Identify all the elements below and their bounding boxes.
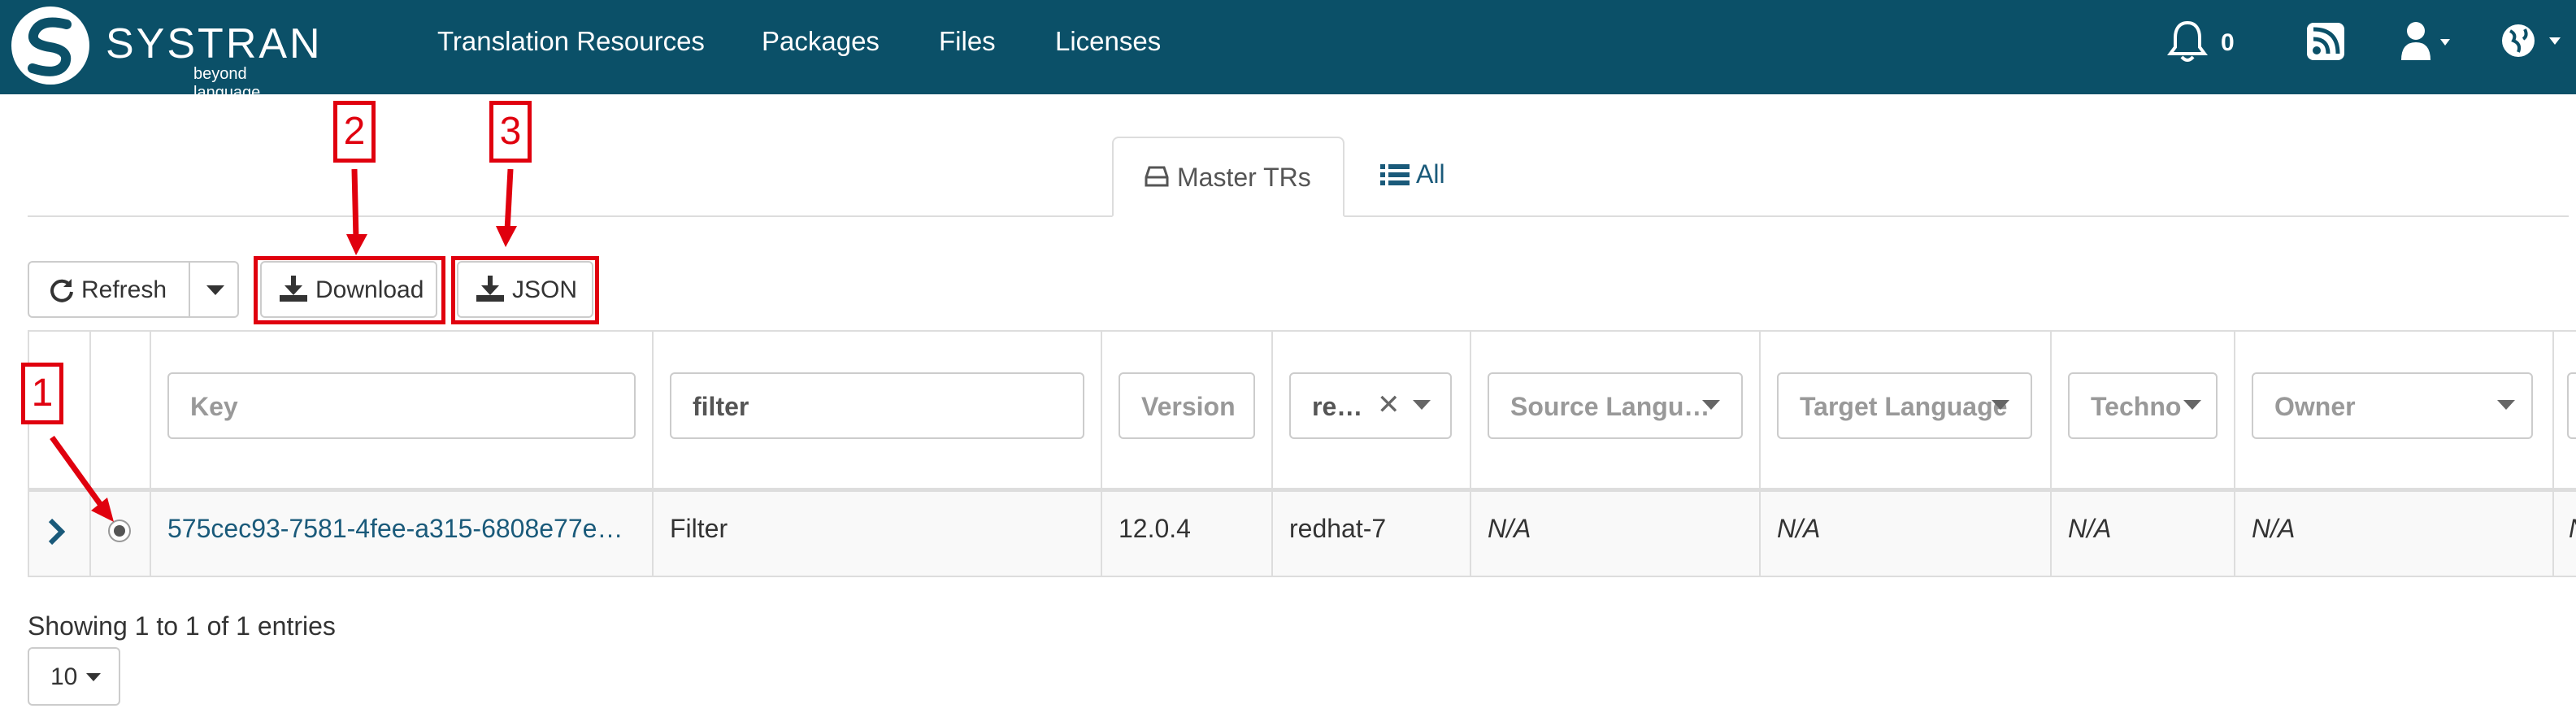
chevron-down-icon [86, 673, 101, 681]
nav-packages[interactable]: Packages [762, 26, 880, 57]
nav-translation-resources[interactable]: Translation Resources [437, 26, 705, 57]
row-version: 12.0.4 [1119, 514, 1191, 543]
owner-filter-placeholder: Owner [2274, 392, 2356, 421]
list-icon [1380, 164, 1410, 185]
source-language-placeholder: Source Langu… [1510, 392, 1710, 421]
table-header-divider [28, 488, 2576, 492]
techno-filter-select[interactable]: Techno [2068, 372, 2218, 439]
clear-icon[interactable]: ✕ [1377, 389, 1401, 421]
globe-icon[interactable] [2500, 21, 2574, 62]
brand-name: SYSTRAN [106, 20, 323, 67]
nav-files[interactable]: Files [939, 26, 996, 57]
chevron-down-icon [1702, 400, 1720, 410]
callout-3: 3 [489, 101, 532, 163]
column-divider [1271, 330, 1273, 577]
version-filter-input[interactable]: Version [1119, 372, 1255, 439]
row-platform: redhat-7 [1289, 514, 1387, 543]
row-source-language: N/A [1488, 514, 1531, 543]
callout-2: 2 [333, 101, 376, 163]
chevron-down-icon [1413, 400, 1431, 410]
techno-filter-placeholder: Techno [2091, 392, 2182, 421]
chevron-down-icon [206, 285, 224, 295]
column-divider [1101, 330, 1102, 577]
extra-filter-input[interactable] [2567, 372, 2576, 439]
refresh-label: Refresh [81, 276, 167, 303]
top-navbar: SYSTRAN beyond language Translation Reso… [0, 0, 2576, 102]
refresh-options-dropdown[interactable] [189, 261, 239, 318]
column-divider [89, 330, 91, 577]
entries-summary: Showing 1 to 1 of 1 entries [28, 611, 336, 641]
source-language-filter-select[interactable]: Source Langu… [1488, 372, 1743, 439]
column-divider [2050, 330, 2052, 577]
row-type: Filter [670, 514, 728, 543]
column-divider [2552, 330, 2554, 577]
version-filter-placeholder: Version [1141, 392, 1236, 421]
target-language-filter-select[interactable]: Target Language [1777, 372, 2032, 439]
chevron-down-icon [1992, 400, 2009, 410]
user-menu-icon[interactable] [2400, 21, 2457, 62]
chevron-right-icon[interactable] [47, 519, 65, 545]
row-techno: N/A [2068, 514, 2112, 543]
chevron-down-icon [2183, 400, 2201, 410]
platform-filter-value: re… [1312, 392, 1363, 421]
column-divider [150, 330, 151, 577]
bell-icon[interactable] [2167, 20, 2208, 63]
column-divider [2234, 330, 2235, 577]
notification-count: 0 [2221, 29, 2235, 56]
hdd-icon [1145, 166, 1169, 187]
refresh-button[interactable]: Refresh [28, 261, 190, 318]
nav-licenses[interactable]: Licenses [1055, 26, 1161, 57]
row-key-link[interactable]: 575cec93-7581-4fee-a315-6808e77e… [167, 514, 623, 544]
callout-1: 1 [21, 363, 63, 424]
row-owner: N/A [2252, 514, 2296, 543]
refresh-icon [50, 279, 73, 302]
key-filter-placeholder: Key [190, 392, 238, 421]
target-language-placeholder: Target Language [1800, 392, 2008, 421]
page-size-value: 10 [50, 663, 78, 690]
page-size-select[interactable]: 10 [28, 647, 120, 706]
row-select-radio[interactable] [107, 519, 132, 543]
column-divider [652, 330, 654, 577]
brand-tagline: beyond language [193, 65, 261, 102]
key-filter-input[interactable]: Key [167, 372, 636, 439]
row-extra: N/A [2569, 514, 2576, 544]
platform-filter-select[interactable]: re… ✕ [1289, 372, 1452, 439]
type-filter-value: filter [693, 392, 749, 421]
tab-master-trs-label: Master TRs [1177, 163, 1311, 192]
systran-logo[interactable]: SYSTRAN beyond language [8, 3, 320, 102]
chevron-down-icon [2497, 400, 2515, 410]
column-divider [1470, 330, 1471, 577]
rss-icon[interactable] [2307, 23, 2344, 60]
owner-filter-select[interactable]: Owner [2252, 372, 2533, 439]
tab-master-trs[interactable]: Master TRs [1112, 137, 1344, 217]
column-divider [1759, 330, 1761, 577]
type-filter-input[interactable]: filter [670, 372, 1084, 439]
tab-all[interactable]: All [1416, 159, 1445, 189]
download-highlight-box [254, 256, 445, 324]
row-target-language: N/A [1777, 514, 1821, 543]
logo-emblem-icon [11, 7, 89, 85]
json-highlight-box [451, 256, 599, 324]
